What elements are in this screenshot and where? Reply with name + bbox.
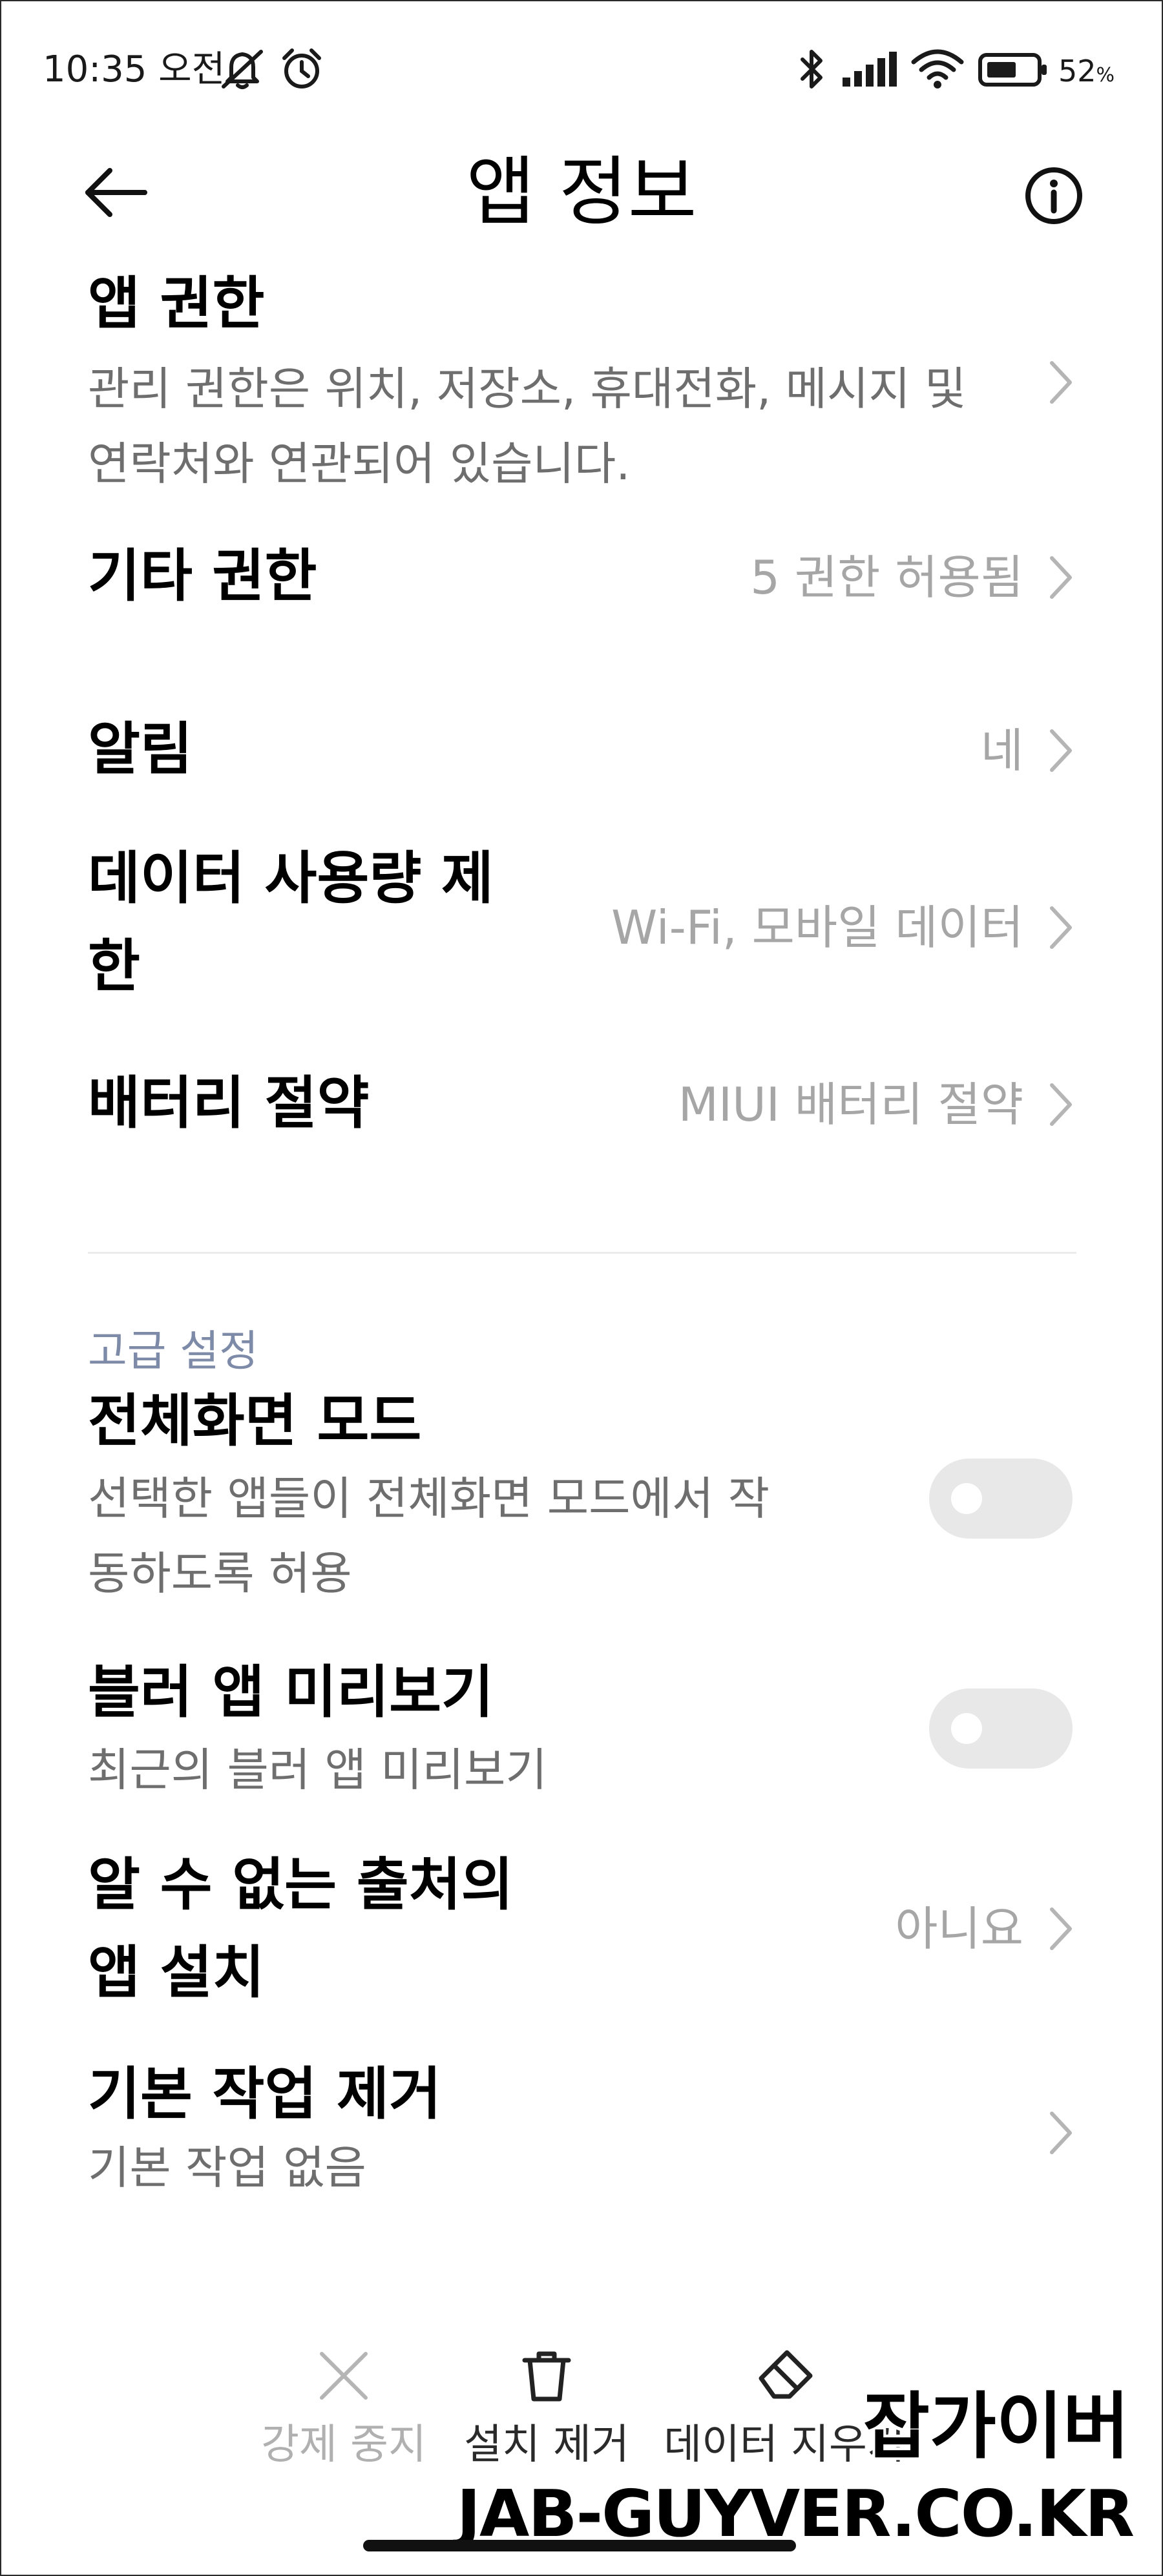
chevron-right-icon	[1045, 552, 1076, 603]
chevron-right-icon	[1045, 1079, 1076, 1130]
other-permissions-title: 기타 권한	[88, 543, 317, 609]
data-usage-title-line2: 한	[88, 933, 140, 999]
data-usage-row[interactable]: 데이터 사용량 제 한 Wi-Fi, 모바일 데이터	[1, 841, 1162, 1009]
force-stop-button[interactable]: 강제 중지	[253, 2340, 434, 2469]
app-permissions-title: 앱 권한	[88, 270, 265, 337]
app-permissions-row[interactable]: 앱 권한 관리 권한은 위치, 저장소, 휴대전화, 메시지 및 연락처와 연관…	[1, 266, 1162, 499]
trash-icon	[519, 2349, 574, 2405]
battery-saver-row[interactable]: 배터리 절약 MIUI 배터리 절약	[1, 1066, 1162, 1150]
unknown-sources-title-line1: 알 수 없는 출처의	[88, 1851, 514, 1918]
blur-preview-title: 블러 앱 미리보기	[88, 1659, 494, 1725]
eraser-icon	[756, 2346, 815, 2403]
bluetooth-icon	[797, 47, 827, 94]
home-indicator[interactable]	[363, 2540, 796, 2551]
notifications-title: 알림	[88, 716, 193, 782]
battery-percent: 52%	[1058, 54, 1115, 88]
fullscreen-mode-desc-line2: 동하도록 허용	[88, 1547, 352, 1600]
signal-icon	[841, 52, 899, 90]
blur-preview-toggle[interactable]	[929, 1688, 1073, 1769]
watermark-korean: 잡가이버	[863, 2385, 1129, 2469]
unknown-sources-title-line2: 앱 설치	[88, 1939, 265, 2006]
chevron-right-icon	[1045, 357, 1076, 408]
fullscreen-mode-toggle[interactable]	[929, 1459, 1073, 1539]
wifi-icon	[911, 49, 964, 92]
screen: 10:35 오전 52% 앱 정보 앱 권한 관리 권한은 위치, 저장소, 휴…	[0, 0, 1163, 2576]
status-time: 10:35 오전	[43, 48, 225, 90]
force-stop-label: 강제 중지	[261, 2421, 426, 2469]
blur-preview-desc: 최근의 블러 앱 미리보기	[88, 1743, 547, 1796]
chevron-right-icon	[1045, 725, 1076, 776]
notifications-row[interactable]: 알림 네	[1, 712, 1162, 796]
other-permissions-row[interactable]: 기타 권한 5 권한 허용됨	[1, 539, 1162, 623]
other-permissions-value: 5 권한 허용됨	[750, 550, 1023, 605]
section-header-advanced: 고급 설정	[88, 1326, 258, 1376]
chevron-right-icon	[1045, 1903, 1076, 1955]
app-permissions-desc-line2: 연락처와 연관되어 있습니다.	[88, 437, 631, 490]
battery-saver-value: MIUI 배터리 절약	[678, 1077, 1023, 1132]
battery-icon	[978, 53, 1048, 89]
chevron-right-icon	[1045, 2107, 1076, 2159]
page-title: 앱 정보	[466, 149, 697, 236]
uninstall-label: 설치 제거	[464, 2421, 629, 2469]
unknown-sources-row[interactable]: 알 수 없는 출처의 앱 설치 아니요	[1, 1847, 1162, 2022]
blur-preview-row[interactable]: 블러 앱 미리보기 최근의 블러 앱 미리보기	[1, 1655, 1162, 1823]
toggle-knob	[951, 1483, 982, 1514]
clear-defaults-row[interactable]: 기본 작업 제거 기본 작업 없음	[1, 2057, 1162, 2225]
chevron-right-icon	[1045, 902, 1076, 953]
mute-icon	[218, 48, 266, 93]
battery-saver-title: 배터리 절약	[88, 1070, 370, 1136]
app-permissions-desc-line1: 관리 권한은 위치, 저장소, 휴대전화, 메시지 및	[88, 362, 967, 415]
alarm-icon	[279, 47, 324, 94]
data-usage-title-line1: 데이터 사용량 제	[88, 845, 494, 911]
uninstall-button[interactable]: 설치 제거	[456, 2340, 637, 2469]
unknown-sources-value: 아니요	[895, 1902, 1023, 1956]
data-usage-value: Wi-Fi, 모바일 데이터	[611, 900, 1023, 955]
fullscreen-mode-title: 전체화면 모드	[88, 1387, 422, 1454]
toggle-knob	[951, 1713, 982, 1744]
section-divider	[88, 1252, 1076, 1254]
notifications-value: 네	[980, 723, 1023, 778]
fullscreen-mode-desc-line1: 선택한 앱들이 전체화면 모드에서 작	[88, 1472, 770, 1525]
clear-defaults-desc: 기본 작업 없음	[88, 2141, 366, 2194]
clear-defaults-title: 기본 작업 제거	[88, 2061, 442, 2127]
info-icon[interactable]	[1023, 165, 1084, 229]
fullscreen-mode-row[interactable]: 전체화면 모드 선택한 앱들이 전체화면 모드에서 작 동하도록 허용	[1, 1384, 1162, 1616]
close-icon	[317, 2349, 371, 2405]
